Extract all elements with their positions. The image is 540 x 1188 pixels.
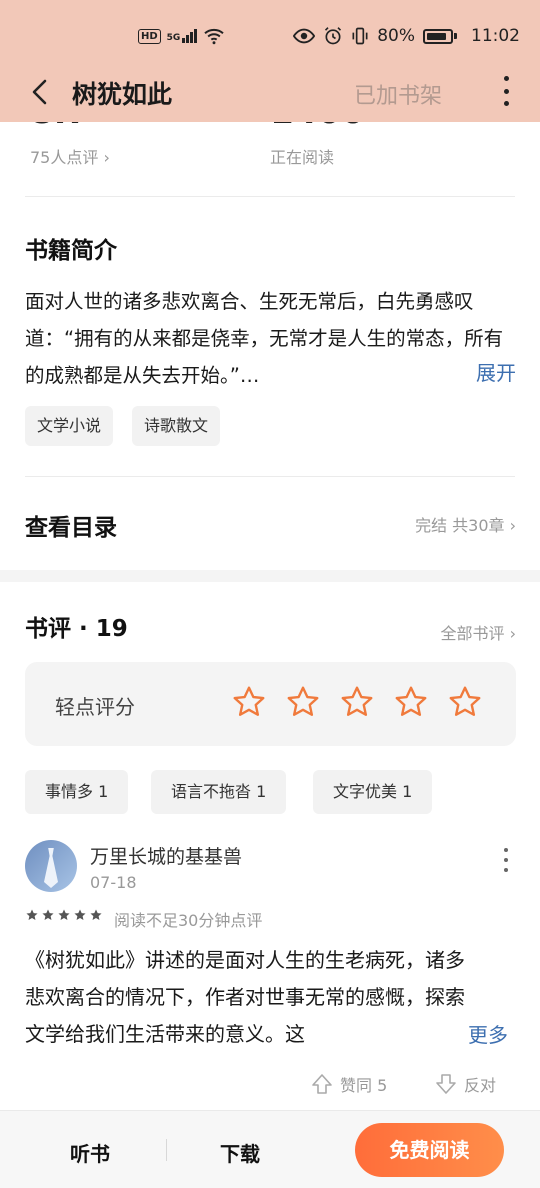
avatar[interactable] — [25, 840, 77, 892]
battery-icon — [423, 28, 453, 44]
all-reviews-link[interactable]: 全部书评 › — [441, 620, 517, 644]
keyword-tag[interactable]: 事情多 1 — [25, 770, 129, 814]
review-rating-stars — [25, 908, 103, 922]
review-text[interactable]: 《树犹如此》讲述的是面对人生的生老病死，诸多悲欢离合的情况下，作者对世事无常的感… — [25, 942, 465, 1054]
battery-percent: 80% — [377, 26, 415, 46]
more-menu-icon[interactable] — [502, 76, 510, 106]
hd-badge: HD — [138, 28, 161, 44]
divider — [25, 196, 515, 197]
thumb-up-arrow-icon — [312, 1074, 332, 1094]
status-right: 80% 11:02 — [293, 26, 520, 46]
signal-icon: 5G — [167, 29, 198, 43]
eye-icon — [293, 28, 316, 44]
status-bar: HD 5G 80% 11:02 — [0, 0, 540, 76]
network-label: 5G — [166, 33, 181, 43]
thumb-down-arrow-icon — [436, 1074, 456, 1094]
keyword-tag[interactable]: 语言不拖沓 1 — [151, 770, 287, 814]
clock: 11:02 — [471, 26, 520, 46]
like-button[interactable]: 赞同 5 — [310, 1072, 387, 1096]
intro-title: 书籍简介 — [25, 238, 117, 264]
shelf-button[interactable]: 已加书架 — [354, 78, 442, 110]
free-read-button[interactable]: 免费阅读 — [355, 1123, 504, 1177]
star-1-icon[interactable] — [231, 684, 267, 720]
like-label: 赞同 5 — [340, 1076, 388, 1095]
rating-stars — [231, 684, 483, 720]
oppose-button[interactable]: 反对 — [434, 1072, 496, 1096]
star-filled-icon — [90, 909, 102, 920]
section-gap — [0, 570, 540, 582]
bar-separator — [166, 1139, 167, 1161]
page-title: 树犹如此 — [72, 80, 173, 109]
star-5-icon[interactable] — [447, 684, 483, 720]
download-button[interactable]: 下载 — [220, 1138, 260, 1167]
bottom-action-bar: 听书 下载 免费阅读 — [0, 1110, 540, 1188]
reviews-title: 书评 · 19 — [25, 616, 128, 642]
star-filled-icon — [26, 909, 38, 920]
top-bar: HD 5G 80% 11:02 树犹如此 已加书架 — [0, 0, 540, 122]
oppose-label: 反对 — [464, 1076, 497, 1095]
divider — [25, 476, 515, 477]
status-left: HD 5G — [138, 27, 225, 45]
battery-tip — [454, 33, 457, 39]
star-filled-icon — [74, 909, 86, 920]
tag-poetry-prose[interactable]: 诗歌散文 — [132, 406, 221, 446]
app-header: 树犹如此 已加书架 — [0, 66, 540, 118]
review-more-link[interactable]: 更多 — [468, 1019, 508, 1048]
text-fade — [428, 1019, 468, 1055]
star-filled-icon — [58, 909, 70, 920]
ratings-link[interactable]: 75人点评 › — [30, 144, 110, 168]
star-2-icon[interactable] — [285, 684, 321, 720]
toc-meta[interactable]: 完结 共30章 › — [415, 512, 516, 536]
expand-link[interactable]: 展开 — [472, 357, 516, 386]
more-options-icon[interactable] — [504, 848, 510, 872]
star-4-icon[interactable] — [393, 684, 429, 720]
toc-title[interactable]: 查看目录 — [25, 508, 117, 542]
star-filled-icon — [42, 909, 54, 920]
avatar-graphic — [44, 848, 58, 888]
rate-label: 轻点评分 — [55, 695, 135, 719]
review-date: 07-18 — [90, 873, 137, 892]
wifi-icon — [204, 28, 224, 45]
reading-label: 正在阅读 — [270, 148, 335, 167]
intro-text: 面对人世的诸多悲欢离合、生死无常后，白先勇感叹道：“拥有的从来都是侥幸，无常才是… — [25, 290, 504, 387]
back-arrow-icon[interactable] — [28, 78, 52, 106]
review-note: 阅读不足30分钟点评 — [114, 911, 263, 930]
reviewer-name[interactable]: 万里长城的基基兽 — [90, 842, 242, 869]
keyword-tag[interactable]: 文字优美 1 — [313, 770, 433, 814]
star-3-icon[interactable] — [339, 684, 375, 720]
alarm-icon — [325, 27, 342, 45]
tag-literature[interactable]: 文学小说 — [25, 406, 114, 446]
rate-box: 轻点评分 — [25, 662, 516, 746]
vibrate-icon — [352, 27, 368, 45]
listen-button[interactable]: 听书 — [70, 1138, 110, 1167]
